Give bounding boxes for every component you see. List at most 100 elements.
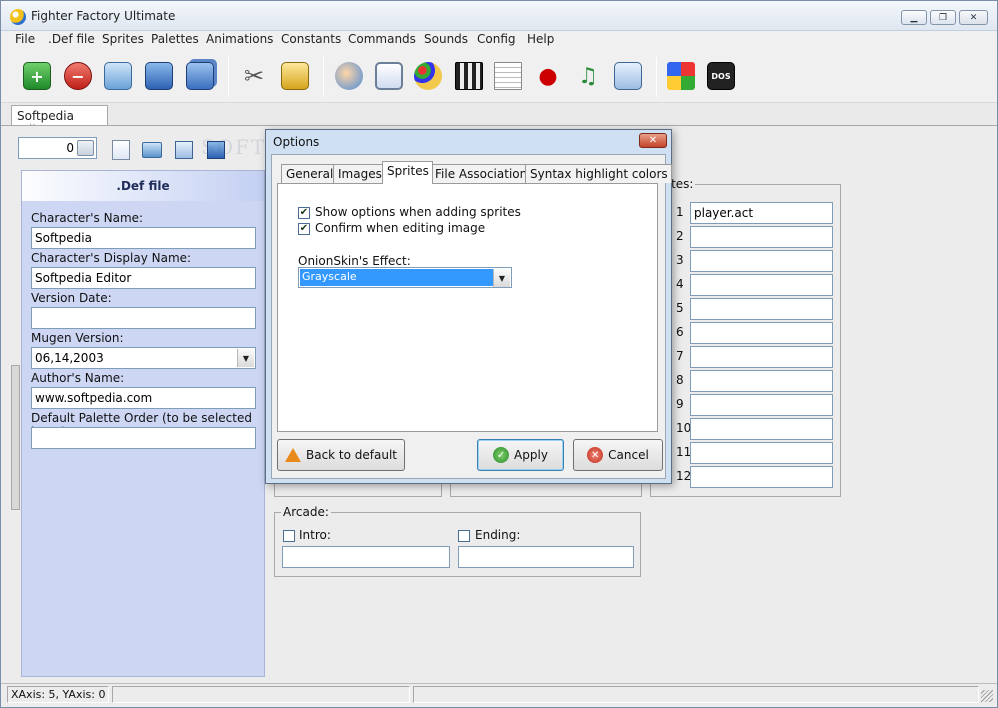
tab-syntax-highlight-colors[interactable]: Syntax highlight colors bbox=[525, 164, 672, 183]
menu-palettes[interactable]: Palettes bbox=[151, 32, 199, 46]
status-coords: XAxis: 5, YAxis: 0 bbox=[7, 686, 109, 703]
options-dialog: Options ✕ General Images Sprites File As… bbox=[265, 129, 672, 484]
tab-softpedia-editor[interactable]: Softpedia Editor bbox=[11, 105, 108, 137]
lock-button[interactable] bbox=[279, 60, 311, 92]
menu-config[interactable]: Config bbox=[477, 32, 516, 46]
edit-icon bbox=[614, 62, 642, 90]
palette-file-input[interactable] bbox=[690, 466, 833, 488]
animations-button[interactable] bbox=[453, 60, 485, 92]
onionskin-value: Grayscale bbox=[300, 269, 493, 286]
back-to-default-button[interactable]: Back to default bbox=[277, 439, 405, 471]
remove-button[interactable]: − bbox=[62, 60, 94, 92]
intro-input[interactable] bbox=[282, 546, 450, 568]
onionskin-select[interactable]: Grayscale ▼ bbox=[298, 267, 512, 288]
edit-button[interactable] bbox=[612, 60, 644, 92]
tab-file-association[interactable]: File Association bbox=[430, 164, 532, 183]
author-name-label: Author's Name: bbox=[31, 371, 125, 385]
close-icon: ✕ bbox=[648, 135, 658, 146]
open-button[interactable] bbox=[102, 60, 134, 92]
palette-row-number: 1 bbox=[676, 205, 684, 219]
window-title: Fighter Factory Ultimate bbox=[31, 9, 176, 23]
tab-general[interactable]: General bbox=[281, 164, 338, 183]
intro-checkbox[interactable] bbox=[283, 530, 295, 542]
menu-animations[interactable]: Animations bbox=[206, 32, 273, 46]
palette-file-input[interactable] bbox=[690, 226, 833, 248]
apply-button[interactable]: ✓ Apply bbox=[477, 439, 564, 471]
palette-row-number: 11 bbox=[676, 445, 692, 459]
status-bar: XAxis: 5, YAxis: 0 bbox=[1, 683, 997, 707]
save-all-button[interactable] bbox=[184, 60, 216, 92]
cancel-icon: ✕ bbox=[587, 447, 604, 463]
new-document-icon bbox=[112, 140, 130, 160]
tab-sprites[interactable]: Sprites bbox=[382, 161, 433, 184]
joystick-icon: ● bbox=[538, 63, 558, 89]
commands-button[interactable]: ● bbox=[532, 60, 564, 92]
menu-file[interactable]: File bbox=[15, 32, 35, 46]
palette-order-input[interactable] bbox=[31, 427, 256, 449]
resize-grip[interactable] bbox=[981, 690, 993, 702]
palette-button[interactable] bbox=[412, 60, 444, 92]
calculator-button[interactable] bbox=[77, 140, 94, 156]
palette-file-input[interactable] bbox=[690, 394, 833, 416]
lock-icon bbox=[281, 62, 309, 90]
version-date-input[interactable] bbox=[31, 307, 256, 329]
sounds-button[interactable]: ♫ bbox=[572, 60, 604, 92]
chevron-down-icon[interactable]: ▼ bbox=[493, 269, 510, 287]
image-icon bbox=[375, 62, 403, 90]
minimize-button[interactable]: ▁ bbox=[901, 10, 927, 25]
palette-file-input[interactable] bbox=[690, 418, 833, 440]
save-button[interactable] bbox=[143, 60, 175, 92]
tools-button[interactable]: ✂ bbox=[238, 60, 270, 92]
main-toolbar: + − ✂ ● ♫ DOS bbox=[1, 49, 997, 103]
onionskin-label: OnionSkin's Effect: bbox=[298, 254, 411, 268]
dialog-close-button[interactable]: ✕ bbox=[639, 133, 667, 148]
chevron-down-icon[interactable]: ▼ bbox=[237, 349, 254, 367]
palette-row-number: 12 bbox=[676, 469, 692, 483]
maximize-button[interactable]: ❐ bbox=[930, 10, 956, 25]
ending-label: Ending: bbox=[475, 528, 521, 542]
def-panel-header: .Def file bbox=[22, 171, 264, 201]
windows-button[interactable] bbox=[665, 60, 697, 92]
document-button[interactable] bbox=[492, 60, 524, 92]
image-button[interactable] bbox=[373, 60, 405, 92]
options-dialog-body: General Images Sprites File Association … bbox=[271, 154, 672, 479]
menu-def-file[interactable]: .Def file bbox=[48, 32, 95, 46]
confirm-edit-checkbox[interactable]: ✔ bbox=[298, 223, 310, 235]
palette-file-input[interactable]: player.act bbox=[690, 202, 833, 224]
display-name-input[interactable]: Softpedia Editor bbox=[31, 267, 256, 289]
cancel-button[interactable]: ✕ Cancel bbox=[573, 439, 663, 471]
new-doc-button[interactable] bbox=[109, 138, 133, 162]
tab-images[interactable]: Images bbox=[333, 164, 386, 183]
toolbar-separator bbox=[656, 57, 657, 97]
mugen-version-select[interactable]: 06,14,2003 ▼ bbox=[31, 347, 256, 369]
dos-button[interactable]: DOS bbox=[705, 60, 737, 92]
save-all-icon bbox=[186, 62, 214, 90]
add-button[interactable]: + bbox=[21, 60, 53, 92]
characters-icon bbox=[335, 62, 363, 90]
palette-file-input[interactable] bbox=[690, 298, 833, 320]
ending-input[interactable] bbox=[458, 546, 634, 568]
palette-file-input[interactable] bbox=[690, 250, 833, 272]
edit-small-button[interactable] bbox=[172, 138, 196, 162]
palette-file-input[interactable] bbox=[690, 322, 833, 344]
palette-file-input[interactable] bbox=[690, 274, 833, 296]
left-scrollbar[interactable] bbox=[11, 365, 20, 510]
author-name-input[interactable]: www.softpedia.com bbox=[31, 387, 256, 409]
menu-commands[interactable]: Commands bbox=[348, 32, 416, 46]
palette-file-input[interactable] bbox=[690, 370, 833, 392]
open-small-button[interactable] bbox=[140, 138, 164, 162]
show-options-checkbox[interactable]: ✔ bbox=[298, 207, 310, 219]
character-name-input[interactable]: Softpedia bbox=[31, 227, 256, 249]
ending-checkbox[interactable] bbox=[458, 530, 470, 542]
palette-row-number: 9 bbox=[676, 397, 684, 411]
arcade-title: Arcade: bbox=[281, 505, 331, 519]
characters-button[interactable] bbox=[333, 60, 365, 92]
menu-constants[interactable]: Constants bbox=[281, 32, 341, 46]
palette-file-input[interactable] bbox=[690, 346, 833, 368]
close-button[interactable]: ✕ bbox=[959, 10, 988, 25]
confirm-edit-label: Confirm when editing image bbox=[315, 221, 486, 235]
palette-file-input[interactable] bbox=[690, 442, 833, 464]
menu-help[interactable]: Help bbox=[527, 32, 554, 46]
menu-sprites[interactable]: Sprites bbox=[102, 32, 144, 46]
menu-sounds[interactable]: Sounds bbox=[424, 32, 468, 46]
